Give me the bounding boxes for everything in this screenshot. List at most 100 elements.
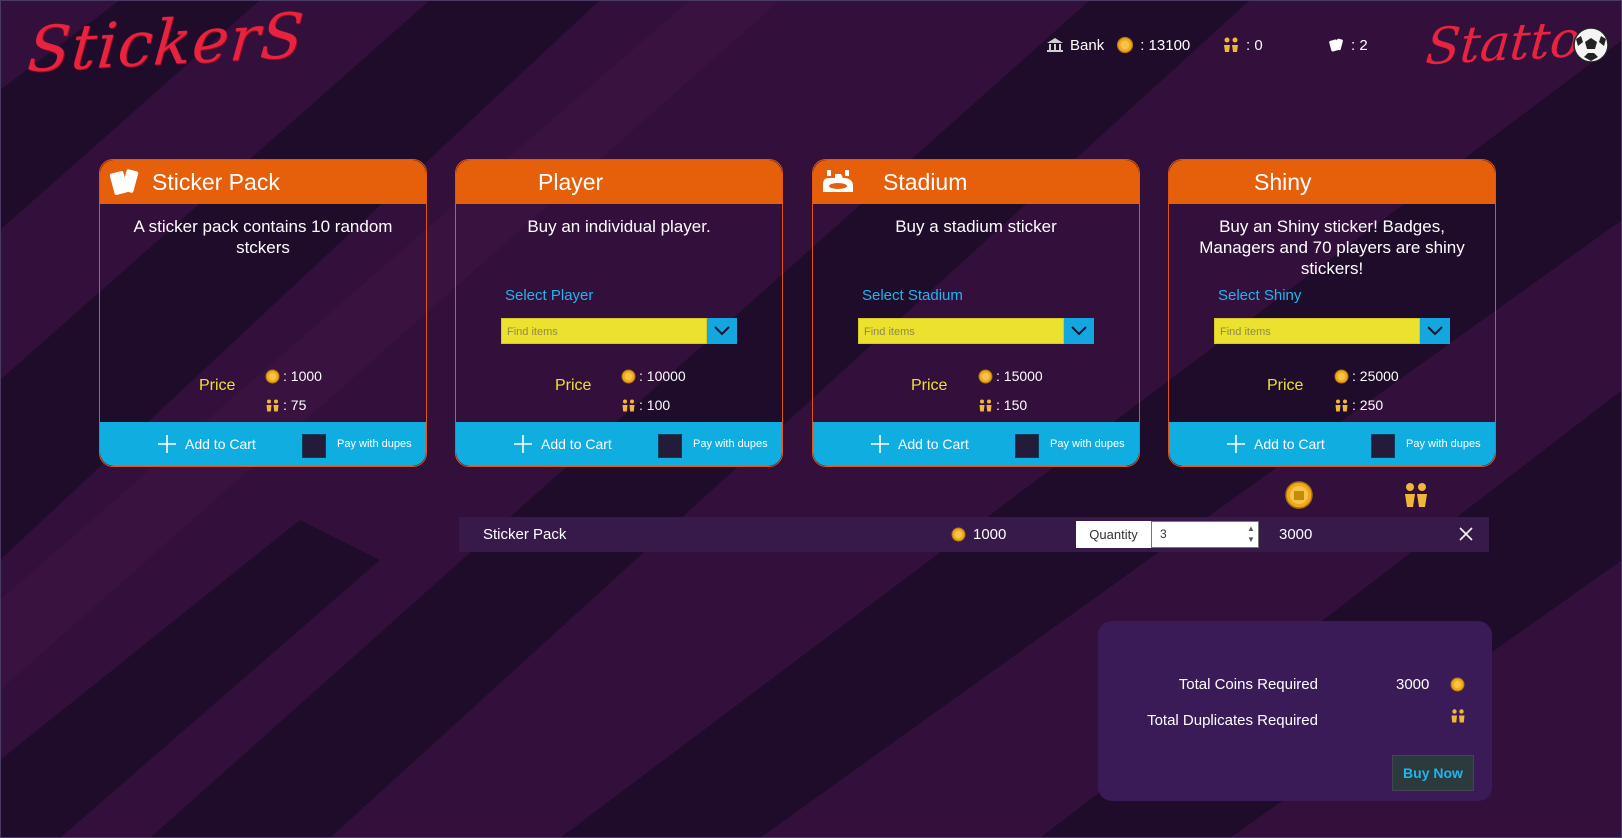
card-pack-icon bbox=[1327, 36, 1345, 54]
cart-item-total: 3000 bbox=[1279, 526, 1313, 543]
price-dupes-value: : 75 bbox=[283, 397, 307, 413]
duplicates-icon bbox=[1334, 398, 1349, 413]
pay-with-dupes-checkbox[interactable] bbox=[1015, 434, 1039, 458]
price-label: Price bbox=[911, 377, 948, 394]
player-dropdown-button[interactable] bbox=[707, 318, 737, 344]
price-dupes-value: : 150 bbox=[996, 397, 1028, 413]
price-coins: : 25000 bbox=[1334, 368, 1399, 384]
card-header: Sticker Pack bbox=[100, 160, 426, 204]
card-pack-icon bbox=[109, 169, 139, 195]
add-to-cart-label: Add to Cart bbox=[1254, 436, 1325, 452]
pay-with-dupes-label: Pay with dupes bbox=[337, 438, 412, 450]
price-coins: : 1000 bbox=[265, 368, 322, 384]
stadium-card: Stadium Buy a stadium sticker Select Sta… bbox=[812, 159, 1140, 467]
stadium-dropdown-button[interactable] bbox=[1064, 318, 1094, 344]
bank-balance: Bank : 13100 bbox=[1046, 34, 1190, 56]
add-to-cart-button[interactable]: Add to Cart bbox=[156, 433, 256, 455]
price-dupes: : 100 bbox=[621, 397, 670, 413]
card-footer: Add to Cart Pay with dupes bbox=[813, 422, 1139, 466]
shiny-select[interactable]: Find items bbox=[1214, 318, 1450, 344]
price-coins-value: : 25000 bbox=[1352, 368, 1399, 384]
duplicates-icon bbox=[1222, 36, 1240, 54]
quantity-value: 3 bbox=[1160, 527, 1167, 541]
stadium-search-input[interactable]: Find items bbox=[858, 318, 1064, 344]
cart-item-row: Sticker Pack 1000 Quantity 3 ▲ ▼ 3000 bbox=[459, 517, 1489, 552]
card-description: A sticker pack contains 10 random stcker… bbox=[133, 217, 393, 257]
shiny-dropdown-button[interactable] bbox=[1420, 318, 1450, 344]
duplicates-icon bbox=[978, 398, 993, 413]
pay-with-dupes-checkbox[interactable] bbox=[302, 434, 326, 458]
price-dupes: : 75 bbox=[265, 397, 306, 413]
player-search-input[interactable]: Find items bbox=[501, 318, 707, 344]
shiny-search-input[interactable]: Find items bbox=[1214, 318, 1420, 344]
quantity-stepper[interactable]: 3 ▲ ▼ bbox=[1151, 521, 1259, 548]
duplicates-icon bbox=[621, 398, 636, 413]
card-title: Stadium bbox=[883, 169, 968, 195]
coin-icon bbox=[1116, 36, 1134, 54]
close-icon[interactable] bbox=[1457, 525, 1475, 543]
pay-with-dupes-checkbox[interactable] bbox=[658, 434, 682, 458]
coins-balance: : 13100 bbox=[1140, 36, 1191, 54]
price-label: Price bbox=[199, 377, 236, 394]
pay-with-dupes-checkbox[interactable] bbox=[1371, 434, 1395, 458]
price-coins: : 15000 bbox=[978, 368, 1043, 384]
add-to-cart-button[interactable]: Add to Cart bbox=[512, 433, 612, 455]
statto-logo: Statto bbox=[1423, 9, 1583, 77]
add-to-cart-label: Add to Cart bbox=[898, 436, 969, 452]
card-title: Player bbox=[538, 169, 604, 195]
chevron-down-icon bbox=[1071, 326, 1087, 336]
card-footer: Add to Cart Pay with dupes bbox=[100, 422, 426, 466]
plus-icon bbox=[514, 435, 532, 453]
price-coins: : 10000 bbox=[621, 368, 686, 384]
card-description: Buy an Shiny sticker! Badges, Managers a… bbox=[1199, 217, 1465, 278]
duplicates-icon bbox=[1405, 483, 1427, 507]
total-duplicates-label: Total Duplicates Required bbox=[1147, 712, 1318, 729]
player-select[interactable]: Find items bbox=[501, 318, 737, 344]
total-coins-label: Total Coins Required bbox=[1178, 676, 1318, 693]
add-to-cart-button[interactable]: Add to Cart bbox=[1225, 433, 1325, 455]
price-dupes-value: : 250 bbox=[1352, 397, 1384, 413]
coin-icon bbox=[1334, 369, 1349, 384]
bank-label: Bank bbox=[1070, 36, 1105, 54]
duplicates-balance: : 0 bbox=[1222, 34, 1263, 56]
pay-with-dupes-label: Pay with dupes bbox=[1050, 438, 1125, 450]
coin-icon bbox=[1285, 481, 1313, 509]
coin-icon bbox=[951, 527, 966, 542]
coin-icon bbox=[621, 369, 636, 384]
price-dupes-value: : 100 bbox=[639, 397, 671, 413]
card-footer: Add to Cart Pay with dupes bbox=[456, 422, 782, 466]
select-player-label: Select Player bbox=[505, 287, 594, 304]
quantity-spin-buttons[interactable]: ▲ ▼ bbox=[1246, 523, 1256, 546]
buy-now-button[interactable]: Buy Now bbox=[1392, 755, 1474, 791]
price-coins-value: : 10000 bbox=[639, 368, 686, 384]
shiny-card: Shiny Buy an Shiny sticker! Badges, Mana… bbox=[1168, 159, 1496, 467]
add-to-cart-button[interactable]: Add to Cart bbox=[869, 433, 969, 455]
duplicates-count: : 0 bbox=[1246, 36, 1263, 54]
coin-icon bbox=[265, 369, 280, 384]
card-title: Sticker Pack bbox=[152, 169, 280, 195]
price-label: Price bbox=[1267, 377, 1304, 394]
plus-icon bbox=[158, 435, 176, 453]
duplicates-icon bbox=[1451, 709, 1465, 723]
bank-icon bbox=[1046, 36, 1064, 54]
stadium-select[interactable]: Find items bbox=[858, 318, 1094, 344]
football-icon bbox=[1573, 27, 1609, 63]
price-coins-value: : 15000 bbox=[996, 368, 1043, 384]
cart-item-unit-price: 1000 bbox=[973, 526, 1007, 543]
cart-item-name: Sticker Pack bbox=[483, 526, 567, 543]
stickers-logo: StickerS bbox=[24, 0, 308, 87]
card-description: Buy a stadium sticker bbox=[895, 217, 1057, 236]
plus-icon bbox=[1227, 435, 1245, 453]
order-summary: Total Coins Required 3000 Total Duplicat… bbox=[1098, 621, 1492, 801]
add-to-cart-label: Add to Cart bbox=[541, 436, 612, 452]
pay-with-dupes-label: Pay with dupes bbox=[1406, 438, 1481, 450]
card-description: Buy an individual player. bbox=[527, 217, 711, 236]
coin-icon bbox=[978, 369, 993, 384]
price-coins-value: : 1000 bbox=[283, 368, 322, 384]
packs-balance: : 2 bbox=[1327, 34, 1368, 56]
chevron-down-icon bbox=[714, 326, 730, 336]
card-header: Player bbox=[456, 160, 782, 204]
total-coins-value: 3000 bbox=[1396, 676, 1430, 693]
select-shiny-label: Select Shiny bbox=[1218, 287, 1302, 304]
player-card: Player Buy an individual player. Select … bbox=[455, 159, 783, 467]
